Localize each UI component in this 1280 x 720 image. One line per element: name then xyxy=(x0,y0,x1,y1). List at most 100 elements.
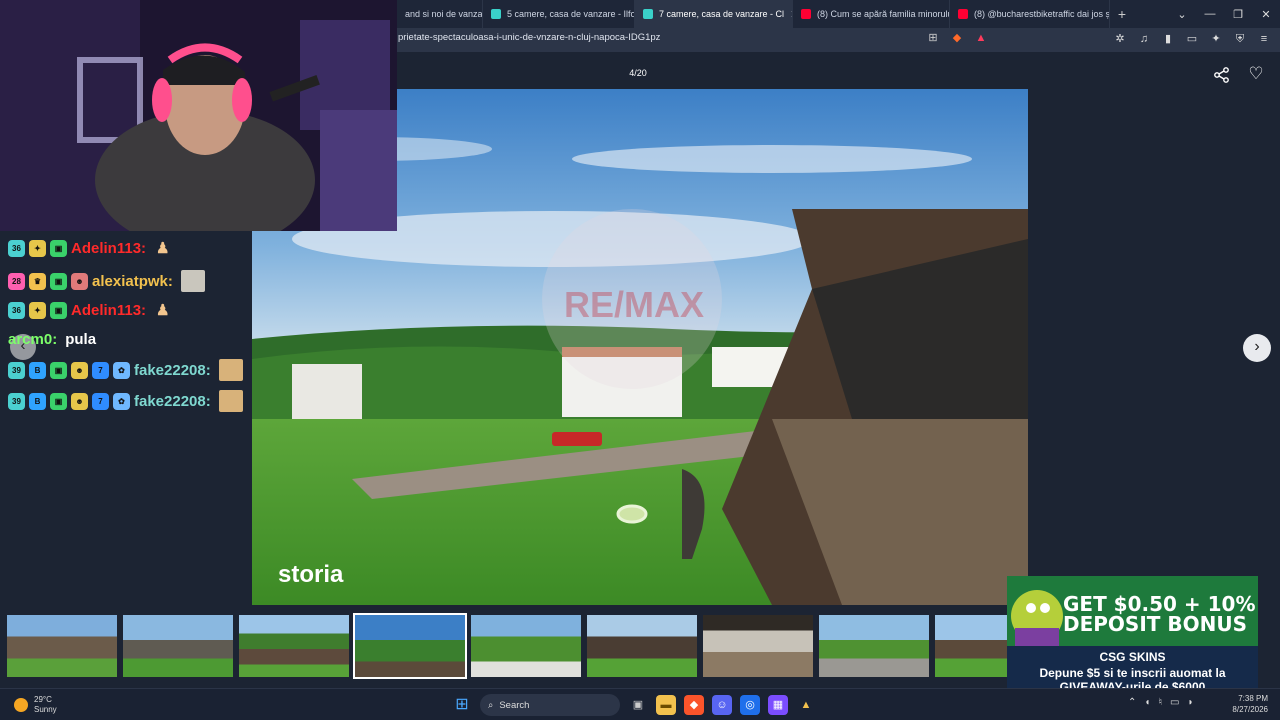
emote-icon: ♟ xyxy=(156,240,170,257)
chat-message: 36 ✦ ▣ Adelin113: ♟ xyxy=(8,301,169,319)
ad-brand: CSG SKINS xyxy=(1099,650,1166,664)
badge-icon: ✦ xyxy=(29,301,46,319)
tab-label: 7 camere, casa de vanzare - Cl xyxy=(659,9,785,19)
youtube-icon xyxy=(958,9,968,19)
stream-chat: 36 ✦ ▣ Adelin113: ♟ 28 ♛ ▣ ☻ alexiatpwk:… xyxy=(0,231,252,421)
vpn-icon[interactable]: ⛨ xyxy=(1232,30,1248,48)
url-text[interactable]: prietate-spectaculoasa-i-unic-de-vnzare-… xyxy=(398,32,660,43)
extensions-icon[interactable]: ✲ xyxy=(1112,30,1128,48)
tray-chevron-icon[interactable]: ⌃ xyxy=(1128,697,1136,708)
chat-message: 28 ♛ ▣ ☻ alexiatpwk: xyxy=(8,270,205,292)
warning-app-icon[interactable]: ▲ xyxy=(796,695,816,715)
favorite-heart-icon[interactable]: ♡ xyxy=(1246,64,1266,84)
badge-icon: ✿ xyxy=(113,392,130,410)
wallet-icon[interactable]: ▭ xyxy=(1184,30,1200,48)
ad-line-1: Depune $5 si te inscrii auomat la xyxy=(1039,666,1226,680)
thumbnail[interactable] xyxy=(123,615,233,677)
remax-watermark: RE/MAX xyxy=(564,284,704,325)
media-icon[interactable]: ♫ xyxy=(1136,30,1152,48)
chat-username[interactable]: alexiatpwk: xyxy=(92,273,173,290)
chat-username[interactable]: Adelin113: xyxy=(71,302,146,319)
crown-badge-icon: ♛ xyxy=(29,272,46,290)
clock-time: 7:38 PM xyxy=(1238,694,1268,703)
thumbnail[interactable] xyxy=(7,615,117,677)
thumbnail[interactable] xyxy=(471,615,581,677)
thumbnail[interactable] xyxy=(819,615,929,677)
microphone-icon[interactable]: ♮ xyxy=(1158,697,1162,708)
brave-shield-icon[interactable]: ◆ xyxy=(950,31,964,45)
task-view-icon[interactable]: ▣ xyxy=(628,695,648,715)
sidebar-icon[interactable]: ▮ xyxy=(1160,30,1176,48)
windows-taskbar: 29°C Sunny ⊞ ⌕ Search ▣ ▬ ◆ ☺ ◎ ▦ ▲ ⌃ ◖ … xyxy=(0,688,1280,720)
sub-badge: 28 xyxy=(8,272,25,290)
badge-icon: B xyxy=(29,392,46,410)
speaker-icon[interactable]: ◖ xyxy=(1144,697,1150,708)
tab-list-icon[interactable]: ⌄ xyxy=(1168,8,1196,21)
badge-icon: 7 xyxy=(92,392,109,410)
sub-badge: 36 xyxy=(8,301,25,319)
ad-headline-1: GET $0.50 + 10% xyxy=(1063,592,1256,616)
display-icon[interactable]: ▭ xyxy=(1170,697,1179,708)
close-window-icon[interactable]: ✕ xyxy=(1252,8,1280,21)
taskbar-clock[interactable]: 7:38 PM 8/27/2026 xyxy=(1230,693,1268,715)
grid-app-icon[interactable]: ▦ xyxy=(768,695,788,715)
thumbnail[interactable] xyxy=(239,615,349,677)
weather-widget[interactable]: 29°C Sunny xyxy=(14,695,57,715)
gift-badge-icon: ▣ xyxy=(50,239,67,257)
webcam-overlay xyxy=(0,0,397,231)
gift-badge-icon: ▣ xyxy=(50,361,67,379)
tab-label: (8) @bucharestbiketraffic dai jos ș xyxy=(974,9,1110,19)
sub-badge: 36 xyxy=(8,239,25,257)
tab-2[interactable]: 5 camere, casa de vanzare - Ilfov (p xyxy=(483,0,635,28)
chat-message: arcm0: pula xyxy=(8,331,96,348)
leo-icon[interactable]: ✦ xyxy=(1208,30,1224,48)
gift-badge-icon: ▣ xyxy=(50,272,67,290)
storia-icon xyxy=(491,9,501,19)
chat-username[interactable]: Adelin113: xyxy=(71,240,146,257)
search-placeholder: Search xyxy=(499,699,530,711)
share-icon[interactable] xyxy=(1213,66,1231,84)
emote-icon xyxy=(218,390,243,412)
temperature: 29°C xyxy=(34,695,52,704)
brave-browser-icon[interactable]: ◆ xyxy=(684,695,704,715)
discord-icon[interactable]: ☺ xyxy=(712,695,732,715)
csgskins-ad[interactable]: GET $0.50 + 10% DEPOSIT BONUS CSG SKINS … xyxy=(1007,576,1258,696)
tab-label: (8) Cum se apără familia minorului xyxy=(817,9,950,19)
tab-4[interactable]: (8) Cum se apără familia minorului xyxy=(793,0,950,28)
menu-icon[interactable]: ≡ xyxy=(1256,30,1272,48)
translate-icon[interactable]: ⊞ xyxy=(926,31,940,45)
youtube-icon xyxy=(801,9,811,19)
sun-icon xyxy=(14,698,28,712)
new-tab-button[interactable]: + xyxy=(1110,6,1134,22)
brave-rewards-icon[interactable]: ▲ xyxy=(974,31,988,45)
badge-icon: ☻ xyxy=(71,361,88,379)
thumbnail[interactable] xyxy=(587,615,697,677)
volume-icon[interactable]: ◗ xyxy=(1187,697,1193,708)
minimize-icon[interactable]: — xyxy=(1196,8,1224,20)
emote-icon xyxy=(180,270,205,292)
chat-username[interactable]: fake22208: xyxy=(134,362,211,379)
badge-icon: B xyxy=(29,361,46,379)
tab-label: 5 camere, casa de vanzare - Ilfov (p xyxy=(507,9,634,19)
tab-label: and si noi de vanzare xyxy=(405,9,483,19)
thumbnail-selected[interactable] xyxy=(353,613,467,679)
tab-1[interactable]: and si noi de vanzare xyxy=(397,0,483,28)
windows-start-icon[interactable]: ⊞ xyxy=(452,695,472,715)
thumbnail[interactable] xyxy=(703,615,813,677)
emote-icon xyxy=(218,359,243,381)
next-photo-button[interactable]: › xyxy=(1243,334,1271,362)
file-explorer-icon[interactable]: ▬ xyxy=(656,695,676,715)
tab-3-active[interactable]: 7 camere, casa de vanzare - Cl✕ xyxy=(635,0,793,28)
gift-badge-icon: ▣ xyxy=(50,392,67,410)
chat-username[interactable]: fake22208: xyxy=(134,393,211,410)
restore-icon[interactable]: ❐ xyxy=(1224,8,1252,21)
chat-username[interactable]: arcm0: xyxy=(8,331,57,348)
photo-counter: 4/20 xyxy=(629,68,647,78)
tab-5[interactable]: (8) @bucharestbiketraffic dai jos ș xyxy=(950,0,1110,28)
taskbar-search[interactable]: ⌕ Search xyxy=(480,694,620,716)
window-controls: ⌄ — ❐ ✕ xyxy=(1168,0,1280,28)
badge-icon: 7 xyxy=(92,361,109,379)
sub-badge: 39 xyxy=(8,361,25,379)
weather-condition: Sunny xyxy=(34,705,57,714)
app-icon[interactable]: ◎ xyxy=(740,695,760,715)
